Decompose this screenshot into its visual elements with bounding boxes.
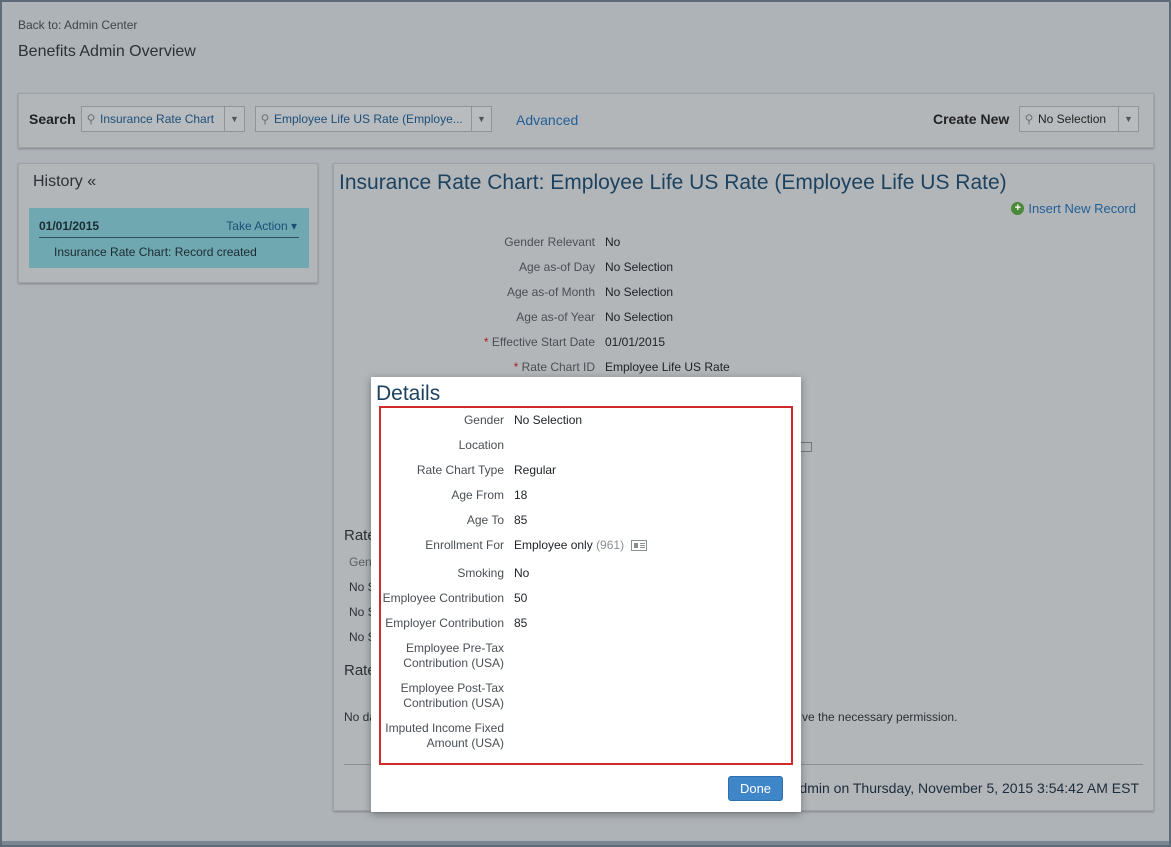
field-value: No [605,235,621,249]
bottom-strip [0,841,1171,847]
divider [39,237,299,238]
field-row: Age as-of Month No Selection [334,285,1155,303]
create-new-select[interactable]: ⚲ No Selection ▼ [1019,106,1139,132]
details-card-icon[interactable] [800,442,812,452]
label-line-1: Employee Pre-Tax [405,641,504,655]
search-icon: ⚲ [260,112,270,126]
label-line-1: Employee Post-Tax [400,681,504,695]
history-entry: 01/01/2015 Take Action ▾ Insurance Rate … [29,208,309,268]
record-value: Employee Life US Rate (Employe... [274,112,463,126]
chevron-down-icon[interactable]: ▼ [471,107,491,131]
label-line-2: Contribution (USA) [403,656,504,670]
field-label-text: Rate Chart ID [521,360,595,374]
chevron-down-icon[interactable]: ▼ [1118,107,1138,131]
field-label: * Effective Start Date [484,335,595,349]
search-bar: Search ⚲ Insurance Rate Chart ▼ ⚲ Employ… [18,93,1154,148]
field-label: Age as-of Month [506,285,595,299]
field-row: * Rate Chart ID Employee Life US Rate [334,360,1155,378]
details-dialog: Details Gender No Selection Location Rat… [371,377,801,812]
back-to-admin-center-link[interactable]: Back to: Admin Center [18,18,137,32]
highlight-box [379,406,793,765]
detail-value: Regular [514,463,557,477]
enrollment-count: (961) [596,538,625,552]
field-value: Employee Life US Rate [605,360,730,374]
detail-label: Age From [451,488,504,502]
done-button[interactable]: Done [728,776,783,801]
label-line-2: Amount (USA) [426,736,504,750]
history-entry-date: 01/01/2015 [39,219,100,233]
detail-value: No Selection [514,413,583,427]
object-type-select[interactable]: ⚲ Insurance Rate Chart ▼ [81,106,245,132]
detail-label: Smoking [457,566,504,580]
detail-value: 50 [514,591,528,605]
record-select[interactable]: ⚲ Employee Life US Rate (Employe... ▼ [255,106,492,132]
detail-value: Employee only (961) [514,538,648,552]
field-label: Age as-of Day [518,260,595,274]
detail-label: Employer Contribution [385,616,504,630]
field-label-text: Effective Start Date [491,335,595,349]
object-type-value: Insurance Rate Chart [100,112,215,126]
detail-value: 18 [514,488,528,502]
history-title[interactable]: History « [33,173,96,191]
last-modified-text: dmin on Thursday, November 5, 2015 3:54:… [799,780,1139,796]
field-value: 01/01/2015 [605,335,666,349]
history-entry-note: Insurance Rate Chart: Record created [54,245,257,259]
search-icon: ⚲ [1024,112,1034,126]
field-label: Age as-of Year [516,310,595,324]
detail-label: Location [458,438,504,452]
label-line-1: Imputed Income Fixed [385,721,504,735]
field-value: No Selection [605,285,674,299]
required-marker: * [483,335,489,349]
detail-label: Employee Contribution [382,591,504,605]
insert-new-record-link[interactable]: + Insert New Record [1011,201,1136,216]
record-title: Insurance Rate Chart: Employee Life US R… [339,171,1007,194]
field-row: Age as-of Year No Selection [334,310,1155,328]
chevron-down-icon[interactable]: ▼ [224,107,244,131]
field-row: Gender Relevant No [334,235,1155,253]
enrollment-value: Employee only [514,538,593,552]
detail-label: Employee Pre-Tax Contribution (USA) [403,641,504,671]
required-marker: * [513,360,519,374]
detail-label: Enrollment For [425,538,504,552]
create-new-label: Create New [933,111,1010,127]
detail-value: No [514,566,530,580]
detail-label: Rate Chart Type [416,463,504,477]
create-new-value: No Selection [1038,112,1107,126]
field-label: * Rate Chart ID [514,360,595,374]
take-action-menu[interactable]: Take Action ▾ [226,219,297,233]
detail-label: Employee Post-Tax Contribution (USA) [401,681,504,711]
add-circle-icon: + [1011,202,1025,215]
column-header-partial: Gen [349,555,372,569]
detail-label: Imputed Income Fixed Amount (USA) [385,721,504,751]
permission-text: ve the necessary permission. [802,710,958,724]
field-row: * Effective Start Date 01/01/2015 [334,335,1155,353]
advanced-search-link[interactable]: Advanced [516,112,578,128]
detail-label: Age To [466,513,504,527]
field-value: No Selection [605,260,674,274]
field-value: No Selection [605,310,674,324]
detail-value: 85 [514,616,528,630]
label-line-2: Contribution (USA) [403,696,504,710]
field-label: Gender Relevant [504,235,595,249]
search-label: Search [29,111,76,127]
search-icon: ⚲ [86,112,96,126]
history-panel: History « 01/01/2015 Take Action ▾ Insur… [18,163,318,283]
details-card-icon[interactable] [631,540,648,552]
insert-new-record-label: Insert New Record [1028,201,1136,216]
page-title: Benefits Admin Overview [18,43,196,60]
detail-label: Gender [463,413,504,427]
dialog-title: Details [376,382,441,405]
field-row: Age as-of Day No Selection [334,260,1155,278]
detail-value: 85 [514,513,528,527]
